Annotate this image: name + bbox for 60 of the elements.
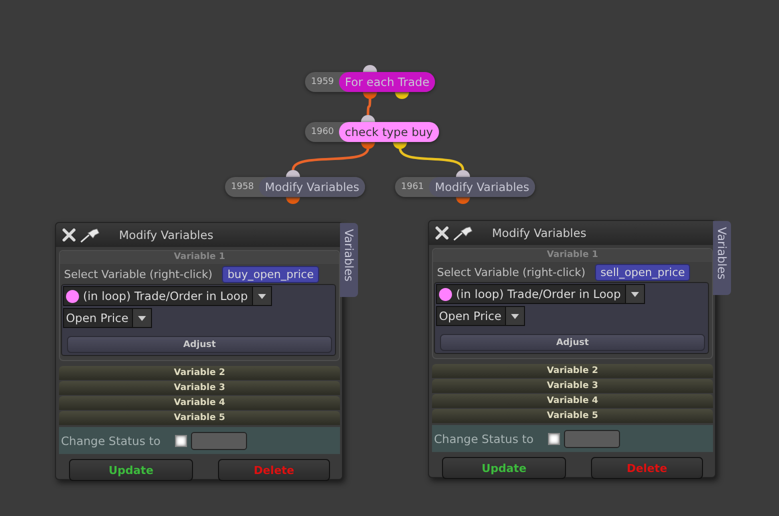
status-label: Change Status to (61, 434, 161, 448)
section-header[interactable]: Variable 3 (59, 381, 340, 395)
flow-node[interactable]: 1958 Modify Variables (225, 177, 366, 197)
node-label: For each Trade (338, 72, 436, 92)
node-label: Modify Variables (258, 177, 366, 197)
field-dropdown[interactable]: Open Price (436, 306, 526, 326)
pin-icon[interactable] (80, 227, 102, 243)
input-port[interactable] (363, 65, 377, 72)
output-port[interactable] (393, 142, 407, 149)
section-header[interactable]: Variable 3 (432, 379, 713, 393)
source-dropdown[interactable]: (in loop) Trade/Order in Loop (63, 286, 272, 306)
close-icon[interactable] (435, 226, 449, 240)
node-number: 1959 (311, 77, 335, 87)
output-port[interactable] (363, 92, 377, 99)
caret-icon (258, 294, 266, 298)
flow-node[interactable]: 1959 For each Trade (305, 72, 436, 92)
adjust-button[interactable]: Adjust (440, 334, 705, 351)
node-label: Modify Variables (428, 177, 536, 197)
input-port[interactable] (456, 170, 470, 177)
close-icon[interactable] (62, 228, 76, 242)
node-number: 1961 (401, 182, 425, 192)
side-tab[interactable]: Variables (340, 223, 358, 297)
variable-name-badge[interactable]: sell_open_price (595, 264, 690, 280)
node-label: check type buy (338, 122, 439, 142)
caret-icon (511, 314, 520, 318)
status-label: Change Status to (434, 432, 534, 446)
caret-icon (138, 316, 146, 320)
update-button[interactable]: Update (442, 457, 566, 479)
adjust-button[interactable]: Adjust (67, 336, 332, 353)
window-title: Modify Variables (492, 226, 586, 240)
output-port[interactable] (456, 197, 470, 204)
update-button[interactable]: Update (69, 459, 193, 481)
output-port[interactable] (395, 92, 409, 99)
flow-node[interactable]: 1960 check type buy (305, 122, 439, 142)
status-field[interactable] (190, 432, 247, 450)
status-checkbox[interactable] (174, 434, 187, 446)
input-port[interactable] (286, 170, 300, 177)
status-checkbox[interactable] (548, 432, 560, 444)
output-port[interactable] (286, 197, 300, 204)
section-header[interactable]: Variable 4 (59, 396, 340, 410)
node-number: 1958 (231, 182, 255, 192)
window-title: Modify Variables (119, 228, 214, 242)
section-header[interactable]: Variable 2 (432, 364, 713, 378)
status-field[interactable] (564, 430, 620, 448)
output-port[interactable] (361, 142, 375, 149)
caret-icon (630, 292, 639, 296)
section-header[interactable]: Variable 4 (432, 394, 713, 408)
node-number: 1960 (311, 127, 335, 137)
section-header[interactable]: Variable 5 (432, 409, 713, 423)
side-tab[interactable]: Variables (713, 221, 731, 295)
source-dropdown[interactable]: (in loop) Trade/Order in Loop (436, 284, 645, 304)
select-label: Select Variable (right-click) (64, 268, 212, 280)
section-header[interactable]: Variable 2 (59, 366, 340, 380)
section-header[interactable]: Variable 5 (59, 411, 340, 425)
field-dropdown[interactable]: Open Price (63, 308, 152, 328)
pin-icon[interactable] (453, 225, 475, 241)
flow-node[interactable]: 1961 Modify Variables (395, 177, 536, 197)
variable-name-badge[interactable]: buy_open_price (222, 266, 319, 282)
select-label: Select Variable (right-click) (437, 266, 586, 278)
input-port[interactable] (361, 115, 375, 122)
